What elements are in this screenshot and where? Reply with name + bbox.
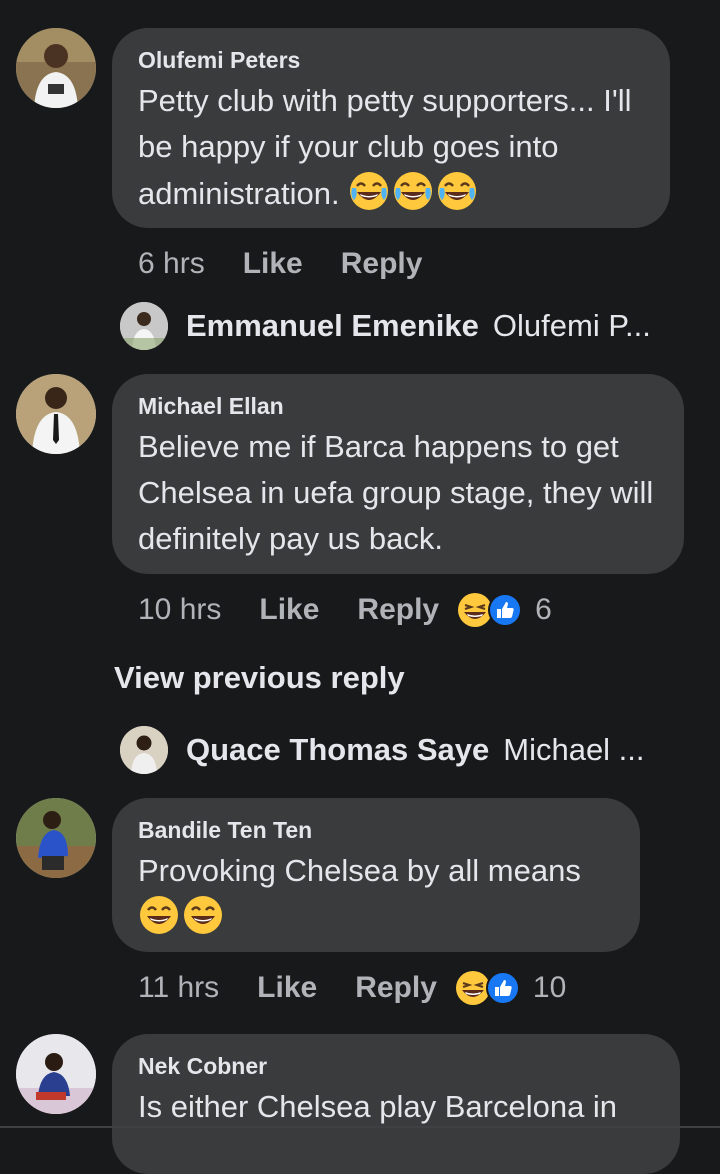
- reply-preview[interactable]: Emmanuel Emenike Olufemi P...: [120, 302, 651, 350]
- comment-actions: 11 hrs Like Reply 10: [138, 968, 566, 1008]
- comment-bubble: Olufemi Peters Petty club with petty sup…: [112, 28, 670, 228]
- reply-snippet: Olufemi P...: [492, 308, 651, 343]
- comment-actions: 10 hrs Like Reply 6: [138, 590, 552, 630]
- comment-text: Believe me if Barca happens to get Chels…: [138, 429, 654, 556]
- avatar[interactable]: [16, 798, 96, 878]
- comment-time[interactable]: 6 hrs: [138, 247, 205, 281]
- comment-bubble: Michael Ellan Believe me if Barca happen…: [112, 374, 684, 574]
- like-reaction-icon: [487, 592, 523, 628]
- joy-emoji-icon: [348, 170, 390, 212]
- avatar[interactable]: [120, 302, 168, 350]
- comment-time[interactable]: 10 hrs: [138, 593, 221, 627]
- reaction-summary[interactable]: 10: [455, 970, 566, 1006]
- comment-text: Is either Chelsea play Barcelona in: [138, 1089, 618, 1124]
- grin-emoji-icon: [182, 894, 224, 936]
- reply-button[interactable]: Reply: [357, 593, 439, 627]
- reaction-summary[interactable]: 6: [457, 592, 552, 628]
- comment-bubble: Nek Cobner Is either Chelsea play Barcel…: [112, 1034, 680, 1174]
- reply-button[interactable]: Reply: [355, 971, 437, 1005]
- comment-text: Provoking Chelsea by all means: [138, 848, 612, 941]
- like-reaction-icon: [485, 970, 521, 1006]
- avatar[interactable]: [16, 374, 96, 454]
- grin-emoji-icon: [138, 894, 180, 936]
- comment-author[interactable]: Bandile Ten Ten: [138, 816, 612, 844]
- like-button[interactable]: Like: [243, 247, 303, 281]
- comment-bubble: Bandile Ten Ten Provoking Chelsea by all…: [112, 798, 640, 952]
- comment-actions: 6 hrs Like Reply: [138, 244, 460, 284]
- reply-author[interactable]: Emmanuel Emenike: [186, 308, 479, 344]
- avatar[interactable]: [16, 1034, 96, 1114]
- like-button[interactable]: Like: [259, 593, 319, 627]
- reaction-count: 6: [535, 593, 552, 626]
- joy-emoji-icon: [436, 170, 478, 212]
- joy-emoji-icon: [392, 170, 434, 212]
- reply-snippet: Michael ...: [503, 732, 645, 767]
- comment-author[interactable]: Michael Ellan: [138, 392, 656, 420]
- comment-time[interactable]: 11 hrs: [138, 971, 219, 1005]
- reaction-count: 10: [532, 971, 567, 1004]
- view-previous-reply-button[interactable]: View previous reply: [114, 660, 405, 696]
- avatar[interactable]: [16, 28, 96, 108]
- comment-text: Petty club with petty supporters... I'll…: [138, 83, 632, 212]
- comment-author[interactable]: Nek Cobner: [138, 1052, 652, 1080]
- avatar[interactable]: [120, 726, 168, 774]
- reply-button[interactable]: Reply: [341, 247, 423, 281]
- comment-author[interactable]: Olufemi Peters: [138, 46, 642, 74]
- reply-preview[interactable]: Quace Thomas Saye Michael ...: [120, 726, 645, 774]
- divider: [0, 1126, 720, 1128]
- like-button[interactable]: Like: [257, 971, 317, 1005]
- reply-author[interactable]: Quace Thomas Saye: [186, 732, 489, 768]
